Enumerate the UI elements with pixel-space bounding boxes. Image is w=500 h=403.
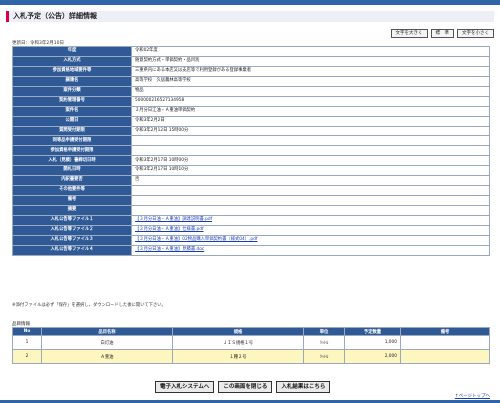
file-label: 入札公告等ファイル３ bbox=[12, 234, 132, 246]
page-title: 入札予定（公告）詳細情報 bbox=[6, 11, 494, 22]
cell-spec: ＪＩＳ規格１号 bbox=[172, 335, 304, 350]
detail-value: 物品 bbox=[131, 85, 490, 97]
detail-row: 入札方式 随意契約方式・単価契約・品目別 bbox=[12, 55, 490, 67]
e-bid-system-button[interactable]: 電子入札システムへ bbox=[155, 381, 215, 393]
detail-row: 質問受付期限 令和3年2月12日 15時00分 bbox=[12, 125, 490, 137]
file-link[interactable]: 【３月分日油・Ａ重油】仕様書.pdf bbox=[135, 227, 204, 232]
detail-label: 案件分類 bbox=[12, 85, 132, 97]
detail-row: 案件分類 物品 bbox=[12, 85, 490, 97]
detail-label: 備考 bbox=[12, 195, 132, 206]
detail-value: 令和02年度 bbox=[131, 46, 490, 57]
detail-row: 公開日 令和3年2月2日 bbox=[12, 115, 490, 127]
page-top-link[interactable]: ↑ページトップへ bbox=[455, 393, 490, 399]
detail-row: 備考 bbox=[12, 195, 490, 206]
detail-value: 随意契約方式・単価契約・品目別 bbox=[131, 55, 490, 67]
header-spec: 規格 bbox=[172, 327, 304, 336]
detail-value: 否 bbox=[131, 175, 490, 187]
detail-label: 質問受付期限 bbox=[12, 125, 132, 137]
detail-label: 公開日 bbox=[12, 115, 132, 127]
detail-value bbox=[131, 205, 490, 216]
action-buttons: 電子入札システムへ この画面を閉じる 入札結果はこちら bbox=[155, 381, 331, 393]
text-standard-button[interactable]: 標 準 bbox=[430, 29, 454, 38]
close-window-button[interactable]: この画面を閉じる bbox=[218, 381, 273, 393]
detail-label: 内訳書要否 bbox=[12, 175, 132, 187]
detail-label: 契約管理番号 bbox=[12, 95, 132, 107]
header-unit: 単位 bbox=[303, 327, 345, 336]
detail-value: 令和3年2月17日 10時00分 bbox=[131, 155, 490, 167]
details-table: 年度 令和02年度 入札方式 随意契約方式・単価契約・品目別 参加資格地域要件等 三重… bbox=[12, 46, 490, 256]
detail-value bbox=[131, 185, 490, 197]
file-row: 入札公告等ファイル１ 【３月分日油・Ａ重油】調達説明書.pdf bbox=[12, 214, 490, 226]
bid-results-button[interactable]: 入札結果はこちら bbox=[276, 381, 331, 393]
header-remarks: 備考 bbox=[400, 327, 490, 336]
detail-label: その他要件等 bbox=[12, 185, 132, 197]
file-link[interactable]: 【３月分日油・Ａ重油】調達説明書.pdf bbox=[135, 217, 212, 222]
table-row: 1 白灯油 ＪＩＳ規格１号 ﾘｯﾄﾙ 1,000 bbox=[12, 335, 490, 350]
detail-value: 500000216527134958 bbox=[131, 95, 490, 107]
text-large-button[interactable]: 文字を大きく bbox=[390, 29, 428, 38]
file-row: 入札公告等ファイル２ 【３月分日油・Ａ重油】仕様書.pdf bbox=[12, 224, 490, 236]
cell-no: 2 bbox=[12, 349, 42, 364]
detail-row: 参加資格地域要件等 三重県内にある本店又は支店等で利用登録がある登録事業者 bbox=[12, 65, 490, 77]
detail-row: 契約管理番号 500000216527134958 bbox=[12, 95, 490, 107]
text-size-controls: 文字を大きく 標 準 文字を小さく bbox=[390, 29, 494, 38]
detail-label: 同等品申請受付期限 bbox=[12, 135, 132, 147]
file-row: 入札公告等ファイル４ 【３月分日油・Ａ重油】見積書.doc bbox=[12, 244, 490, 256]
detail-row: その他要件等 bbox=[12, 185, 490, 197]
detail-value bbox=[131, 195, 490, 206]
detail-row: 入札（見積）書締切日時 令和3年2月17日 10時00分 bbox=[12, 155, 490, 167]
cell-unit: ﾘｯﾄﾙ bbox=[303, 349, 345, 364]
detail-value: 令和3年2月17日 10時10分 bbox=[131, 165, 490, 177]
cell-spec: １種２号 bbox=[172, 349, 304, 364]
detail-value: 令和3年2月12日 15時00分 bbox=[131, 125, 490, 137]
detail-row: 参加資格申請受付期限 bbox=[12, 145, 490, 157]
detail-label: 参加資格申請受付期限 bbox=[12, 145, 132, 157]
table-row: 2 Ａ重油 １種２号 ﾘｯﾄﾙ 2,000 bbox=[12, 349, 490, 364]
cell-remarks bbox=[400, 335, 490, 350]
detail-value: ３月分日江油・Ａ重油単価契約 bbox=[131, 105, 490, 117]
detail-value bbox=[131, 135, 490, 147]
cell-remarks bbox=[400, 349, 490, 364]
top-bar bbox=[0, 0, 500, 5]
detail-row: 内訳書要否否 bbox=[12, 175, 490, 187]
file-label: 入札公告等ファイル１ bbox=[12, 214, 132, 226]
cell-qty: 2,000 bbox=[344, 349, 401, 364]
detail-row: 調達名 高等学校 久居農林高等学校 bbox=[12, 75, 490, 87]
cell-qty: 1,000 bbox=[344, 335, 401, 350]
detail-label: 入札方式 bbox=[12, 55, 132, 67]
file-link[interactable]: 【３月分日油・Ａ重油】見積書.doc bbox=[135, 247, 204, 252]
file-row: 入札公告等ファイル３ 【３月分日油・Ａ重油】02物品購入単価契約書（様式04）.p… bbox=[12, 234, 490, 246]
detail-row: 年度 令和02年度 bbox=[12, 46, 490, 57]
header-qty: 予定数量 bbox=[344, 327, 401, 336]
download-note: ※添付ファイルは必ず「保存」を選択し、ダウンロードした後に開いて下さい。 bbox=[12, 303, 166, 308]
detail-row: 案件名 ３月分日江油・Ａ重油単価契約 bbox=[12, 105, 490, 117]
detail-value bbox=[131, 145, 490, 157]
detail-value: 高等学校 久居農林高等学校 bbox=[131, 75, 490, 87]
text-small-button[interactable]: 文字を小さく bbox=[457, 29, 494, 38]
cell-no: 1 bbox=[12, 335, 42, 350]
detail-row: 同等品申請受付期限 bbox=[12, 135, 490, 147]
detail-label: 開札日時 bbox=[12, 165, 132, 177]
cell-name: Ａ重油 bbox=[41, 349, 173, 364]
cell-name: 白灯油 bbox=[41, 335, 173, 350]
header-name: 品目名称 bbox=[41, 327, 173, 336]
file-label: 入札公告等ファイル２ bbox=[12, 224, 132, 236]
detail-value: 三重県内にある本店又は支店等で利用登録がある登録事業者 bbox=[131, 65, 490, 77]
header-no: No bbox=[12, 327, 42, 336]
detail-label: 参加資格地域要件等 bbox=[12, 65, 132, 77]
detail-row: 摘要 bbox=[12, 205, 490, 216]
file-link[interactable]: 【３月分日油・Ａ重油】02物品購入単価契約書（様式04）.pdf bbox=[135, 237, 257, 242]
cell-unit: ﾘｯﾄﾙ bbox=[303, 335, 345, 350]
items-table: No 品目名称 規格 単位 予定数量 備考 1 白灯油 ＪＩＳ規格１号 ﾘｯﾄﾙ… bbox=[12, 327, 490, 364]
items-header-row: No 品目名称 規格 単位 予定数量 備考 bbox=[12, 327, 490, 336]
detail-label: 年度 bbox=[12, 46, 132, 57]
detail-label: 案件名 bbox=[12, 105, 132, 117]
detail-label: 摘要 bbox=[12, 205, 132, 216]
detail-label: 入札（見積）書締切日時 bbox=[12, 155, 132, 167]
detail-row: 開札日時 令和3年2月17日 10時10分 bbox=[12, 165, 490, 177]
detail-label: 調達名 bbox=[12, 75, 132, 87]
detail-value: 令和3年2月2日 bbox=[131, 115, 490, 127]
file-label: 入札公告等ファイル４ bbox=[12, 244, 132, 256]
